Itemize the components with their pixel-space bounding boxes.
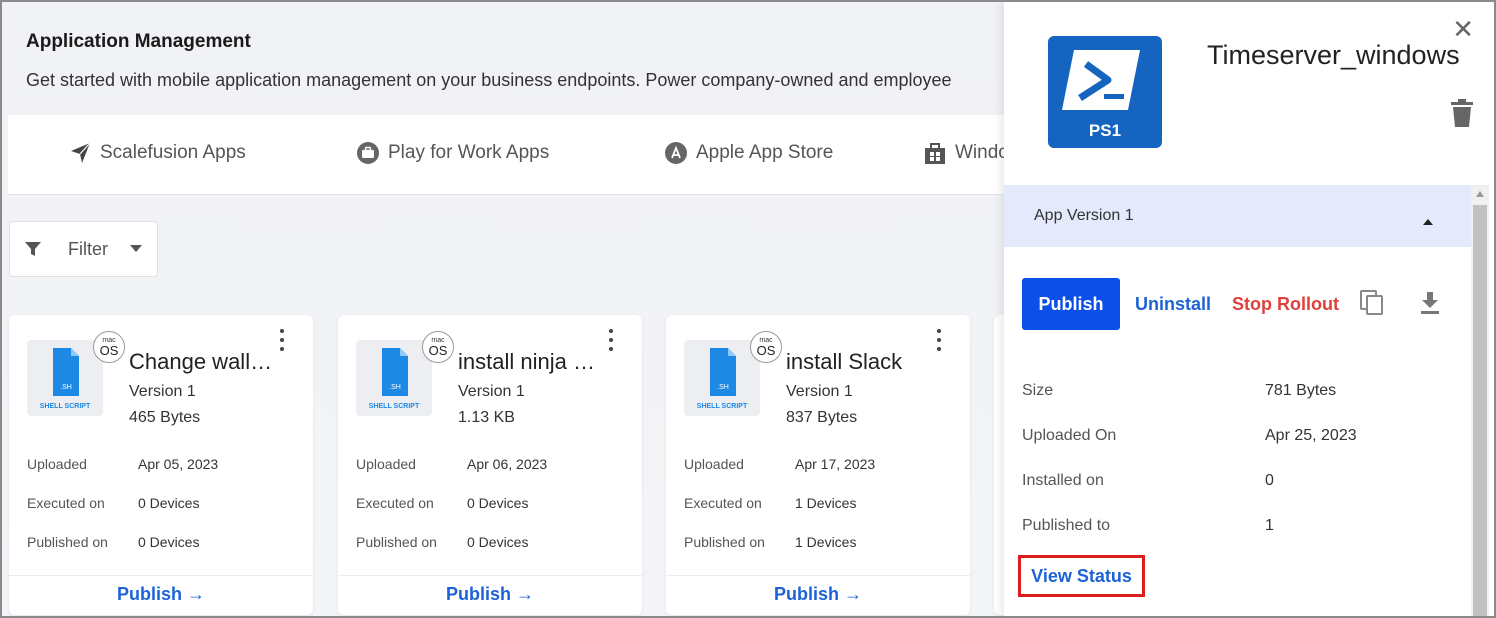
executed-label: Executed on — [27, 495, 105, 511]
uploaded-value: Apr 17, 2023 — [795, 456, 876, 472]
executed-label: Executed on — [684, 495, 762, 511]
svg-text:PS1: PS1 — [1089, 121, 1121, 140]
app-card[interactable]: .SH SHELL SCRIPT mac OS Change wall… Vers… — [9, 315, 313, 615]
copy-icon[interactable] — [1360, 290, 1384, 321]
executed-value: 0 Devices — [467, 495, 529, 511]
shell-script-icon: .SH SHELL SCRIPT — [356, 340, 432, 416]
publish-button[interactable]: Publish — [1022, 278, 1120, 330]
uploaded-label: Uploaded — [27, 456, 87, 472]
svg-text:SHELL SCRIPT: SHELL SCRIPT — [369, 403, 420, 410]
app-size: 465 Bytes — [129, 409, 201, 426]
publish-link[interactable]: Publish → — [774, 584, 862, 604]
stop-rollout-link[interactable]: Stop Rollout — [1232, 294, 1339, 315]
view-status-link[interactable]: View Status — [1018, 555, 1145, 597]
app-card-partial[interactable] — [994, 315, 1004, 615]
uploaded-on-value: Apr 25, 2023 — [1265, 427, 1357, 444]
more-options-icon[interactable] — [277, 329, 287, 351]
app-name: install Slack — [786, 349, 903, 374]
app-version-accordion[interactable]: App Version 1 — [1004, 185, 1471, 247]
download-icon[interactable] — [1419, 292, 1441, 319]
more-options-icon[interactable] — [934, 329, 944, 351]
app-title: Timeserver_windows — [1207, 40, 1460, 70]
macos-badge: mac OS — [93, 331, 125, 363]
uploaded-value: Apr 06, 2023 — [467, 456, 548, 472]
app-name: install ninja … — [458, 349, 595, 374]
page-subtitle: Get started with mobile application mana… — [26, 70, 952, 90]
shell-script-icon: .SH SHELL SCRIPT — [27, 340, 103, 416]
publish-link[interactable]: Publish → — [117, 584, 205, 604]
card-footer: Publish → — [9, 575, 313, 615]
app-version: Version 1 — [458, 383, 525, 400]
published-to-value: 1 — [1265, 517, 1274, 534]
macos-badge: mac OS — [750, 331, 782, 363]
executed-label: Executed on — [356, 495, 434, 511]
published-value: 1 Devices — [795, 534, 857, 550]
tab-apple-app-store[interactable]: Apple App Store — [664, 141, 833, 165]
tab-play-for-work-apps[interactable]: Play for Work Apps — [356, 141, 549, 165]
card-footer: Publish → — [338, 575, 642, 615]
app-store-icon — [664, 141, 688, 165]
uploaded-label: Uploaded — [356, 456, 416, 472]
tab-label: Scalefusion Apps — [100, 142, 246, 163]
size-value: 781 Bytes — [1265, 382, 1337, 399]
published-value: 0 Devices — [138, 534, 200, 550]
uploaded-label: Uploaded — [684, 456, 744, 472]
app-version: Version 1 — [129, 383, 196, 400]
published-value: 0 Devices — [467, 534, 529, 550]
executed-value: 0 Devices — [138, 495, 200, 511]
chevron-up-icon — [1423, 212, 1433, 230]
published-label: Published on — [27, 534, 108, 550]
uninstall-link[interactable]: Uninstall — [1135, 294, 1211, 315]
scrollbar[interactable] — [1471, 185, 1489, 616]
uploaded-on-label: Uploaded On — [1022, 427, 1117, 444]
app-detail-panel: ✕ PS1 Timeserver_windows App Version 1 P… — [1004, 2, 1494, 616]
tab-scalefusion-apps[interactable]: Scalefusion Apps — [68, 141, 246, 165]
store-icon — [923, 141, 947, 165]
main-content: Application Management Get started with … — [2, 2, 1004, 616]
card-footer: Publish → — [666, 575, 970, 615]
version-label: App Version 1 — [1034, 207, 1134, 224]
installed-on-label: Installed on — [1022, 472, 1104, 489]
scalefusion-icon — [68, 141, 92, 165]
briefcase-icon — [356, 141, 380, 165]
more-options-icon[interactable] — [606, 329, 616, 351]
svg-text:SHELL SCRIPT: SHELL SCRIPT — [40, 403, 91, 410]
filter-label: Filter — [68, 238, 108, 259]
tab-label: Apple App Store — [696, 142, 834, 163]
size-label: Size — [1022, 382, 1054, 399]
executed-value: 1 Devices — [795, 495, 857, 511]
published-label: Published on — [684, 534, 765, 550]
svg-text:.SH: .SH — [717, 384, 729, 391]
published-label: Published on — [356, 534, 437, 550]
app-card[interactable]: .SH SHELL SCRIPT mac OS install Slack Ver… — [666, 315, 970, 615]
published-to-label: Published to — [1022, 517, 1111, 534]
scrollbar-thumb[interactable] — [1473, 205, 1487, 616]
app-version: Version 1 — [786, 383, 853, 400]
app-size: 1.13 KB — [458, 409, 515, 426]
app-card[interactable]: .SH SHELL SCRIPT mac OS install ninja … V… — [338, 315, 642, 615]
tab-windows-store[interactable]: Windo — [923, 141, 1004, 165]
svg-text:SHELL SCRIPT: SHELL SCRIPT — [697, 403, 748, 410]
scroll-up-icon[interactable] — [1476, 191, 1484, 197]
store-tabs: Scalefusion Apps Play for Work Apps Appl… — [8, 115, 1004, 195]
tab-label: Windo — [955, 142, 1004, 163]
svg-text:.SH: .SH — [389, 384, 401, 391]
page-title: Application Management — [26, 31, 251, 52]
filter-dropdown[interactable]: Filter — [9, 221, 158, 277]
shell-script-icon: .SH SHELL SCRIPT — [684, 340, 760, 416]
publish-link[interactable]: Publish → — [446, 584, 534, 604]
chevron-down-icon — [130, 245, 142, 253]
svg-text:.SH: .SH — [60, 384, 72, 391]
filter-icon — [24, 240, 42, 258]
tab-label: Play for Work Apps — [388, 142, 550, 163]
app-window: Application Management Get started with … — [0, 0, 1496, 618]
app-size: 837 Bytes — [786, 409, 858, 426]
macos-badge: mac OS — [422, 331, 454, 363]
installed-on-value: 0 — [1265, 472, 1274, 489]
app-name: Change wall… — [129, 349, 273, 374]
close-icon[interactable]: ✕ — [1452, 16, 1474, 42]
powershell-icon: PS1 — [1048, 36, 1162, 148]
trash-icon[interactable] — [1451, 99, 1473, 132]
uploaded-value: Apr 05, 2023 — [138, 456, 219, 472]
